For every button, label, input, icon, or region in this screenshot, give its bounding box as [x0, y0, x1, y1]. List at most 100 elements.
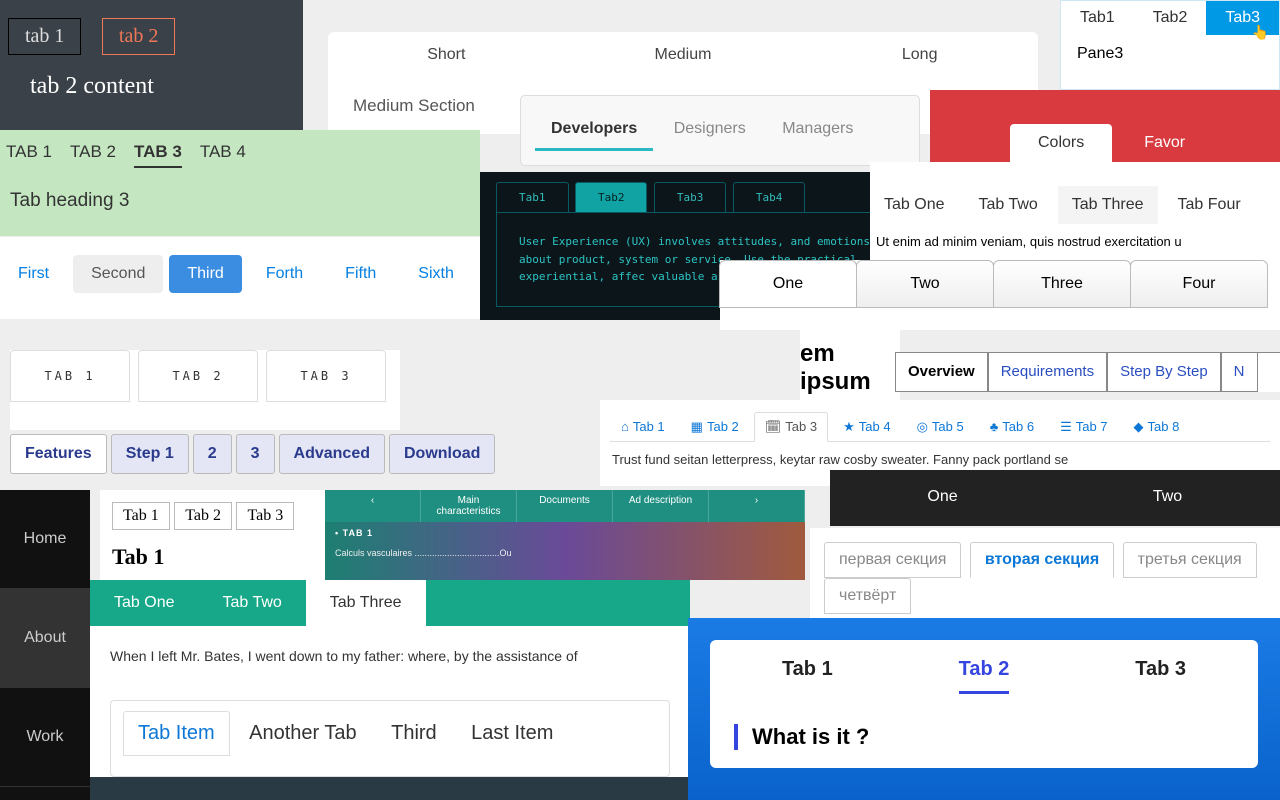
pill-tabs: First Second Third Forth Fifth Sixth — [0, 236, 480, 320]
tab-two[interactable]: Two — [856, 260, 994, 308]
itab-another[interactable]: Another Tab — [234, 711, 372, 756]
tab-1[interactable]: Tab1 — [496, 182, 569, 213]
green-tabs: Tab One Tab Two Tab Three When I left Mr… — [90, 580, 690, 800]
tab-step2[interactable]: 2 — [193, 434, 232, 474]
tab-section4[interactable]: четвёрт — [824, 578, 911, 614]
tab-fifth[interactable]: Fifth — [327, 255, 394, 293]
red-header-tabs: Colors Favor — [930, 90, 1280, 162]
tab-one[interactable]: Tab One — [870, 186, 958, 224]
tab-1[interactable]: ⌂Tab 1 — [610, 412, 676, 442]
tab-two[interactable]: Tab Two — [964, 186, 1051, 224]
vertical-nav: Home About Work — [0, 490, 90, 800]
tab-download[interactable]: Download — [389, 434, 495, 474]
star-icon: ★ — [843, 419, 855, 434]
tab-short[interactable]: Short — [328, 32, 565, 78]
tab-3[interactable]: TAB 3 — [266, 350, 386, 402]
tab-first[interactable]: First — [0, 255, 67, 293]
target-icon: ◎ — [917, 419, 928, 434]
tab-colors[interactable]: Colors — [1010, 124, 1112, 162]
itab-last[interactable]: Last Item — [456, 711, 568, 756]
tab-4[interactable]: ★Tab 4 — [832, 412, 901, 442]
tab-2[interactable]: ▦Tab 2 — [680, 412, 750, 442]
tab-1[interactable]: TAB 1 — [6, 142, 52, 168]
itab-third[interactable]: Third — [376, 711, 452, 756]
tab-two[interactable]: Two — [1055, 470, 1280, 524]
blue-tabs: Tab1 Tab2 Tab3👆 Pane3 — [1060, 0, 1280, 90]
tab-stepbystep[interactable]: Step By Step — [1107, 353, 1221, 392]
features-tabs: Features Step 1 2 3 Advanced Download — [10, 434, 590, 484]
tab-four[interactable]: Tab Four — [1164, 186, 1255, 224]
tab-one[interactable]: One — [719, 260, 857, 308]
tab-4[interactable]: Tab4 — [733, 182, 806, 213]
nav-home[interactable]: Home — [0, 490, 90, 589]
tab-heading: Tab heading 3 — [0, 180, 480, 222]
tab-four[interactable]: Four — [1130, 260, 1268, 308]
tab-2[interactable]: Tab 2 — [959, 658, 1010, 694]
tab-7[interactable]: ☰Tab 7 — [1049, 412, 1118, 442]
tab-3[interactable]: TAB 3 — [134, 142, 182, 168]
tab-1[interactable]: Tab 1 — [782, 658, 833, 694]
tab-overview[interactable]: Overview — [895, 353, 988, 392]
tab-3[interactable]: 🗓Tab 3 — [754, 412, 828, 442]
tab-3[interactable]: Tab3 — [654, 182, 727, 213]
nav-work[interactable]: Work — [0, 688, 90, 787]
tab-heading: Tab 1 — [112, 544, 313, 570]
tab-section1[interactable]: первая секция — [824, 542, 961, 578]
tab-managers[interactable]: Managers — [766, 110, 869, 148]
tab-1[interactable]: Tab 1 — [112, 502, 170, 530]
tab-requirements[interactable]: Requirements — [988, 353, 1107, 392]
tab-main[interactable]: Main characteristics — [421, 490, 517, 522]
arrow-right-icon[interactable]: › — [709, 490, 805, 522]
tab-developers[interactable]: Developers — [535, 110, 653, 151]
tab-sixth[interactable]: Sixth — [400, 255, 472, 293]
tab-forth[interactable]: Forth — [248, 255, 321, 293]
tab-features[interactable]: Features — [10, 434, 107, 474]
tab-advanced[interactable]: Advanced — [279, 434, 385, 474]
tab-content: tab 2 content — [0, 73, 303, 100]
tab-2[interactable]: TAB 2 — [70, 142, 116, 168]
underline-tabs: TAB 1 TAB 2 TAB 3 TAB 4 Tab heading 3 — [0, 130, 480, 236]
tab-6[interactable]: ♣Tab 6 — [979, 412, 1045, 442]
tab-2[interactable]: Tab 2 — [174, 502, 232, 530]
tab-2[interactable]: Tab2 — [575, 182, 648, 213]
tab-medium[interactable]: Medium — [565, 32, 802, 78]
tab-one[interactable]: Tab One — [90, 580, 198, 626]
tab-8[interactable]: ◆Tab 8 — [1123, 412, 1191, 442]
tab-one[interactable]: One — [830, 470, 1055, 524]
itab-item[interactable]: Tab Item — [123, 711, 230, 756]
blue-card-tabs: Tab 1 Tab 2 Tab 3 What is it ? — [688, 618, 1280, 800]
tab-4[interactable]: TAB 4 — [200, 142, 246, 168]
lorem-fragment: em ipsum — [800, 320, 900, 400]
tab-1[interactable]: TAB 1 — [10, 350, 130, 402]
tab-second[interactable]: Second — [73, 255, 163, 293]
tab-2[interactable]: TAB 2 — [138, 350, 258, 402]
tab-n[interactable]: N — [1221, 353, 1258, 392]
tab-documents[interactable]: Documents — [517, 490, 613, 522]
tab-5[interactable]: ◎Tab 5 — [906, 412, 975, 442]
tab-favor[interactable]: Favor — [1116, 124, 1213, 162]
tab-tab3[interactable]: Tab3👆 — [1206, 1, 1279, 35]
diamond-icon: ◆ — [1134, 419, 1144, 434]
arrow-left-icon[interactable]: ‹ — [325, 490, 421, 522]
tab-step3[interactable]: 3 — [236, 434, 275, 474]
tab-three[interactable]: Tab Three — [1058, 186, 1158, 224]
tab-three[interactable]: Tab Three — [306, 580, 426, 626]
nav-about[interactable]: About — [0, 589, 90, 688]
dark-outlined-tabs: tab 1 tab 2 tab 2 content — [0, 0, 303, 130]
tab-3[interactable]: Tab 3 — [1135, 658, 1186, 694]
tab-tab1[interactable]: tab 1 — [8, 18, 81, 55]
tab-two[interactable]: Tab Two — [198, 580, 305, 626]
tab-tab2[interactable]: tab 2 — [102, 18, 175, 55]
tab-3[interactable]: Tab 3 — [236, 502, 294, 530]
tab-ad[interactable]: Ad description — [613, 490, 709, 522]
tab-step1[interactable]: Step 1 — [111, 434, 189, 474]
tab-section3[interactable]: третья секция — [1123, 542, 1257, 578]
tab-long[interactable]: Long — [801, 32, 1038, 78]
tab-tab1[interactable]: Tab1 — [1061, 1, 1134, 35]
tab-third[interactable]: Third — [169, 255, 241, 293]
tab-tab2[interactable]: Tab2 — [1134, 1, 1207, 35]
dark-split-tabs: One Two — [830, 470, 1280, 526]
tab-section2[interactable]: вторая секция — [970, 542, 1114, 578]
tab-three[interactable]: Three — [993, 260, 1131, 308]
tab-designers[interactable]: Designers — [658, 110, 762, 148]
